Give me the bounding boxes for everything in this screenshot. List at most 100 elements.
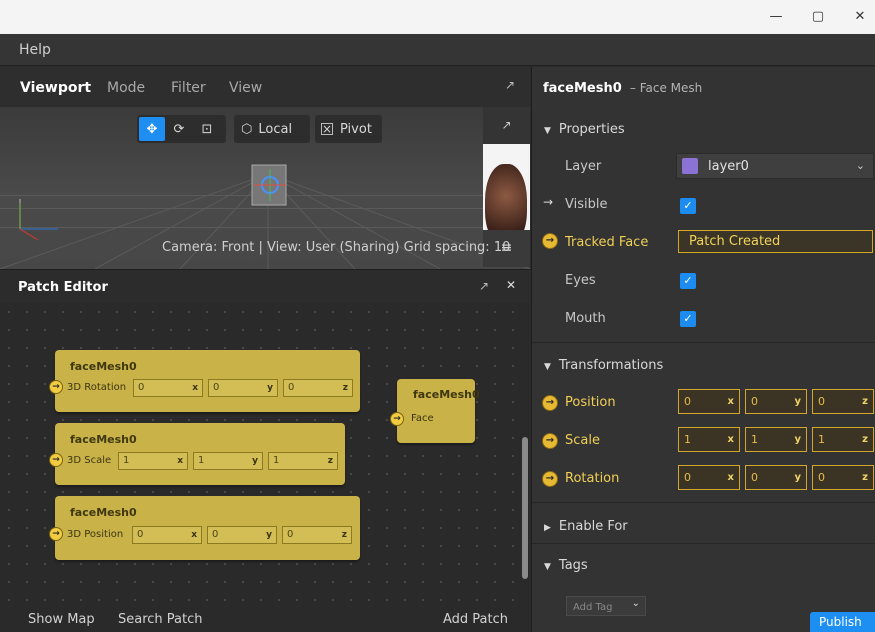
visible-checkbox[interactable]: ✓ <box>680 198 696 214</box>
close-button[interactable]: ✕ <box>850 8 870 26</box>
section-enable-for[interactable]: ▶ Enable For <box>544 519 628 534</box>
section-transformations[interactable]: ▼ Transformations <box>544 358 663 373</box>
tracked-face-field[interactable]: Patch Created <box>678 230 873 253</box>
close-icon[interactable]: ✕ <box>506 278 516 292</box>
scale-label: Scale <box>565 433 600 448</box>
patch-node-rotation[interactable]: faceMesh0 → 3D Rotation 0x 0y 0z <box>49 350 360 412</box>
patch-node-position[interactable]: faceMesh0 → 3D Position 0x 0y 0z <box>49 496 360 560</box>
move-tool-button[interactable]: ✥ <box>139 117 165 141</box>
scale-tool-button[interactable]: ⊡ <box>193 117 221 141</box>
input-port-icon[interactable]: → <box>49 527 63 541</box>
viewport[interactable]: ✥ ⟳ ⊡ ⬡ Local × Pivot ↗ ≡ Camera: Front … <box>0 107 530 269</box>
rotation-port-icon[interactable]: → <box>542 471 558 487</box>
visible-label: Visible <box>565 197 608 212</box>
position-z-field[interactable]: 0z <box>282 526 352 544</box>
rotation-z-field[interactable]: 0z <box>283 379 353 397</box>
camera-info: Camera: Front | View: User (Sharing) Gri… <box>162 240 511 255</box>
rotation-y-field[interactable]: 0y <box>208 379 278 397</box>
position-y-field[interactable]: 0y <box>207 526 277 544</box>
rotate-tool-button[interactable]: ⟳ <box>165 117 193 141</box>
menu-bar: Help <box>0 34 875 66</box>
position-x-input[interactable]: 0x <box>678 389 740 414</box>
tracked-face-label: Tracked Face <box>565 235 649 250</box>
layer-color-swatch <box>682 158 698 174</box>
chevron-down-icon: ▼ <box>544 126 551 136</box>
section-properties[interactable]: ▼ Properties <box>544 122 625 137</box>
publish-button[interactable]: Publish <box>810 612 875 632</box>
show-map-button[interactable]: Show Map <box>28 612 95 627</box>
divider <box>532 342 875 343</box>
eyes-label: Eyes <box>565 273 596 288</box>
divider <box>532 502 875 503</box>
position-port-icon[interactable]: → <box>542 395 558 411</box>
patch-node-face[interactable]: faceMesh0 → Face <box>390 379 480 443</box>
add-tag-label: Add Tag <box>573 602 613 613</box>
search-patch-button[interactable]: Search Patch <box>118 612 203 627</box>
maximize-button[interactable]: ▢ <box>808 8 828 26</box>
patch-editor-footer: Show Map Search Patch Add Patch <box>0 603 530 632</box>
node-title: faceMesh0 <box>70 506 137 519</box>
arrow-right-icon: → <box>543 195 554 209</box>
scale-y-field[interactable]: 1y <box>193 452 263 470</box>
section-label: Enable For <box>558 519 628 534</box>
section-tags[interactable]: ▼ Tags <box>544 558 588 573</box>
local-toggle[interactable]: ⬡ Local <box>234 115 310 143</box>
chevron-down-icon: ▼ <box>544 362 551 372</box>
node-label: 3D Rotation <box>67 382 127 393</box>
rotation-y-input[interactable]: 0y <box>745 465 807 490</box>
tracked-face-port-icon[interactable]: → <box>542 233 558 249</box>
position-y-input[interactable]: 0y <box>745 389 807 414</box>
add-tag-dropdown[interactable]: Add Tag ⌄ <box>566 596 646 616</box>
local-label: Local <box>258 121 293 137</box>
menu-help[interactable]: Help <box>19 42 51 58</box>
patch-editor-title: Patch Editor <box>18 280 108 295</box>
patch-node-scale[interactable]: faceMesh0 → 3D Scale 1x 1y 1z <box>49 423 345 485</box>
tab-view[interactable]: View <box>229 80 262 96</box>
patch-editor-header: Patch Editor ↗ ✕ <box>0 269 530 303</box>
node-title: faceMesh0 <box>70 433 137 446</box>
section-label: Tags <box>558 558 588 573</box>
rotate-icon: ⟳ <box>173 121 185 137</box>
popout-icon[interactable]: ↗ <box>479 279 489 293</box>
section-label: Transformations <box>558 358 664 373</box>
layer-label: Layer <box>565 159 602 174</box>
tab-viewport[interactable]: Viewport <box>20 80 91 96</box>
scale-port-icon[interactable]: → <box>542 433 558 449</box>
tab-mode[interactable]: Mode <box>107 80 145 96</box>
position-x-field[interactable]: 0x <box>132 526 202 544</box>
layer-value: layer0 <box>708 159 749 174</box>
scale-z-input[interactable]: 1z <box>812 427 874 452</box>
title-bar: — ▢ ✕ <box>0 0 875 34</box>
input-port-icon[interactable]: → <box>49 380 63 394</box>
node-title: faceMesh0 <box>413 388 480 401</box>
scale-x-field[interactable]: 1x <box>118 452 188 470</box>
rotation-z-input[interactable]: 0z <box>812 465 874 490</box>
minimize-button[interactable]: — <box>766 8 786 26</box>
face-mesh-object[interactable] <box>240 161 300 211</box>
scale-y-input[interactable]: 1y <box>745 427 807 452</box>
popout-icon[interactable]: ↗ <box>505 78 515 92</box>
tab-filter[interactable]: Filter <box>171 80 206 96</box>
mouth-checkbox[interactable]: ✓ <box>680 311 696 327</box>
position-z-input[interactable]: 0z <box>812 389 874 414</box>
preview-popout-button[interactable]: ↗ <box>483 107 530 144</box>
input-port-icon[interactable]: → <box>49 453 63 467</box>
patch-canvas[interactable]: faceMesh0 → 3D Rotation 0x 0y 0z faceMes… <box>0 303 530 603</box>
rotation-x-field[interactable]: 0x <box>133 379 203 397</box>
pivot-toggle[interactable]: × Pivot <box>315 115 382 143</box>
popout-icon: ↗ <box>501 118 512 132</box>
position-label: Position <box>565 395 616 410</box>
eyes-checkbox[interactable]: ✓ <box>680 273 696 289</box>
scale-z-field[interactable]: 1z <box>268 452 338 470</box>
cube-icon: ⬡ <box>241 121 253 137</box>
node-title: faceMesh0 <box>70 360 137 373</box>
chevron-right-icon: ▶ <box>544 523 551 533</box>
patch-scrollbar[interactable] <box>522 437 528 579</box>
rotation-x-input[interactable]: 0x <box>678 465 740 490</box>
output-port-icon[interactable]: → <box>390 412 404 426</box>
add-patch-button[interactable]: Add Patch <box>443 612 508 627</box>
chevron-down-icon: ▼ <box>544 562 551 572</box>
layer-dropdown[interactable]: layer0 ⌄ <box>676 153 874 179</box>
scale-x-input[interactable]: 1x <box>678 427 740 452</box>
node-label: Face <box>411 413 434 424</box>
